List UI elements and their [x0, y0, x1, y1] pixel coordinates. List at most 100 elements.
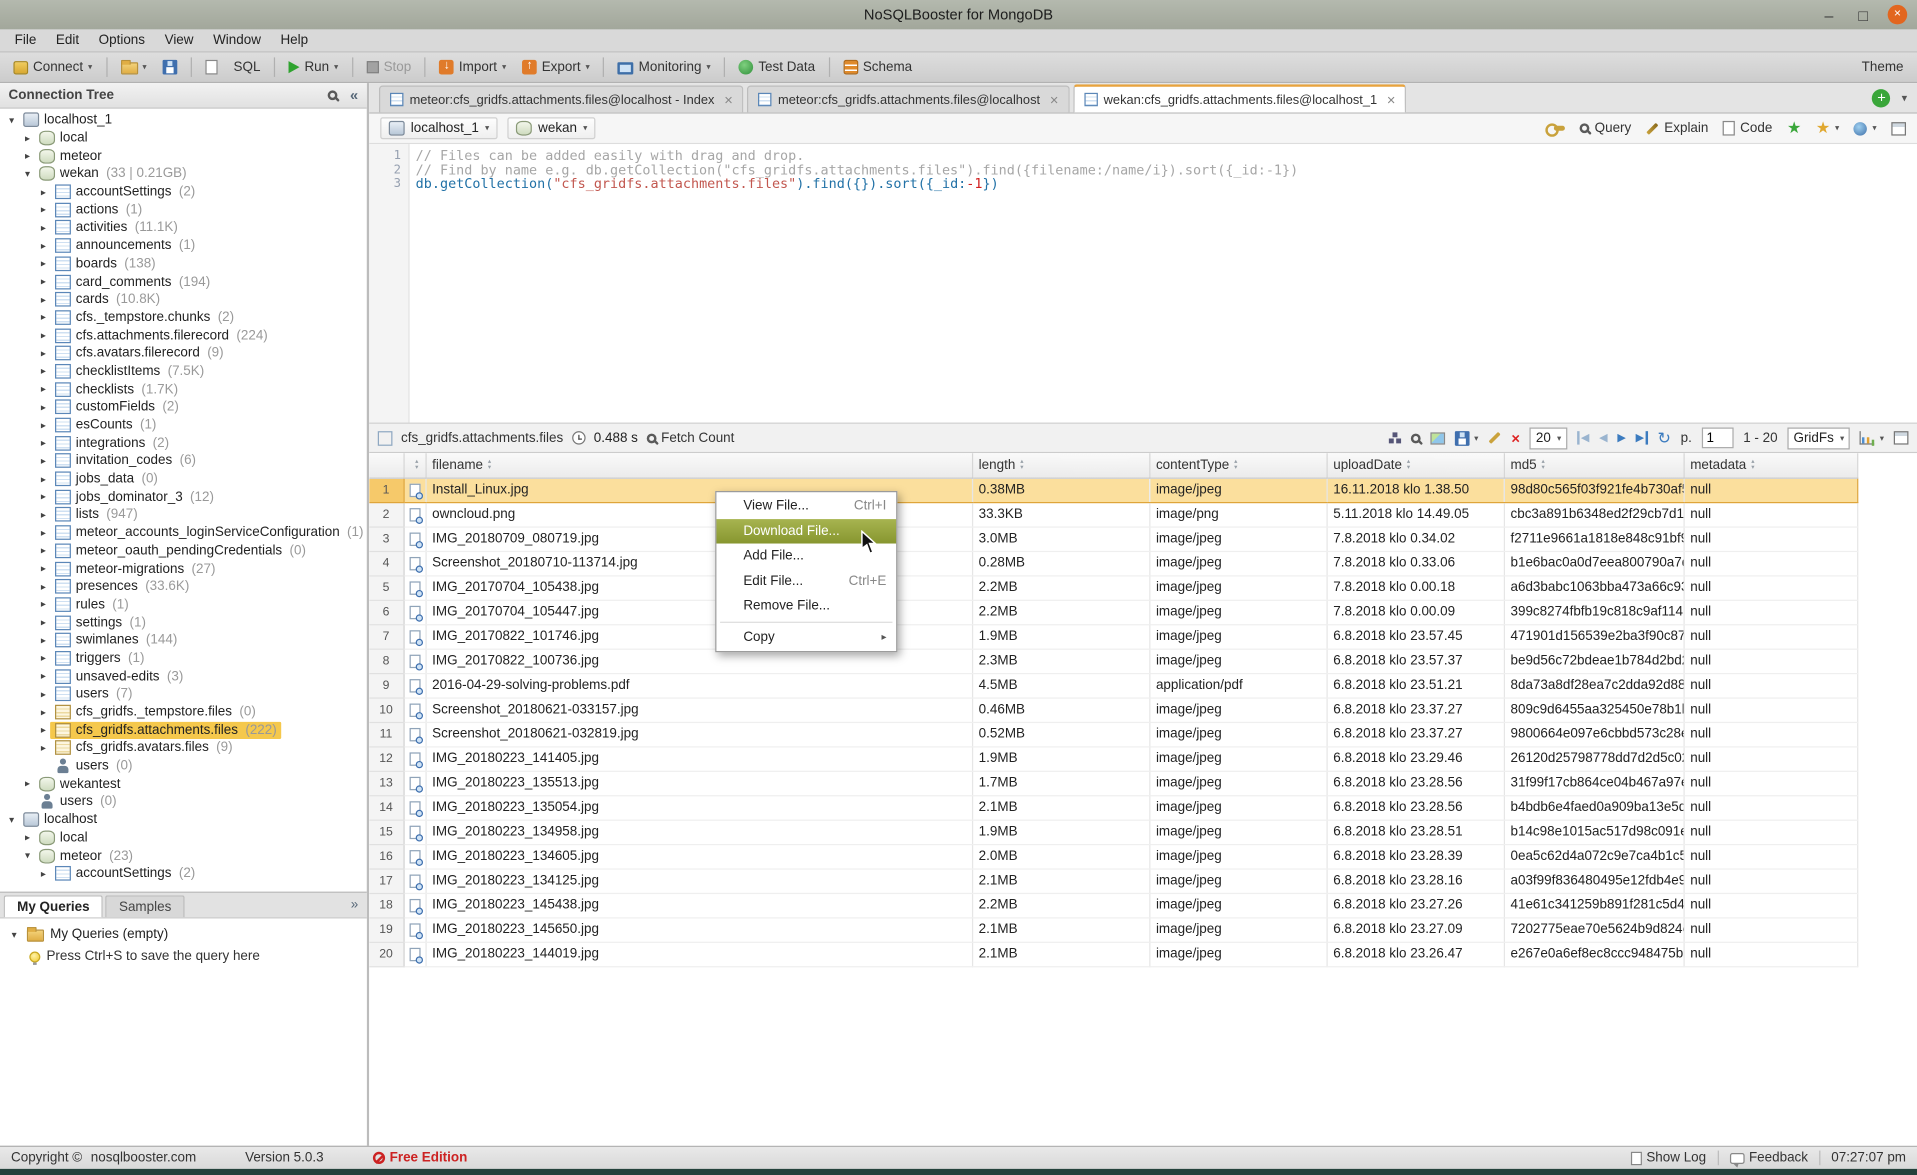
tree-item-card-comments[interactable]: ▸card_comments(194) [0, 273, 367, 291]
cell-metadata[interactable]: null [1683, 868, 1857, 892]
cell-length[interactable]: 0.46MB [972, 697, 1149, 721]
expander-icon[interactable]: ▸ [37, 186, 50, 197]
table-row[interactable]: 17IMG_20180223_134125.jpg2.1MBimage/jpeg… [369, 868, 1857, 892]
breadcrumb-database[interactable]: wekan ▾ [508, 117, 596, 139]
cell-md5[interactable]: a6d3babc1063bba473a66c9331f [1504, 575, 1684, 599]
tree-item-cfs-avatars-filerecord[interactable]: ▸cfs.avatars.filerecord(9) [0, 344, 367, 362]
cell-metadata[interactable]: null [1683, 478, 1857, 502]
cell-contenttype[interactable]: image/jpeg [1149, 649, 1326, 673]
cell-length[interactable]: 0.52MB [972, 722, 1149, 746]
cell-uploaddate[interactable]: 6.8.2018 klo 23.28.56 [1326, 771, 1503, 795]
menu-item-copy[interactable]: Copy▸ [716, 625, 896, 650]
table-row[interactable]: 3IMG_20180709_080719.jpg3.0MBimage/jpeg7… [369, 526, 1857, 550]
table-row[interactable]: 10Screenshot_20180621-033157.jpg0.46MBim… [369, 697, 1857, 721]
cell-uploaddate[interactable]: 6.8.2018 klo 23.26.47 [1326, 942, 1503, 966]
view-file-icon[interactable] [409, 703, 420, 716]
view-file-icon[interactable] [409, 898, 420, 911]
tree-item-local[interactable]: ▸local [0, 829, 367, 847]
table-row[interactable]: 8IMG_20170822_100736.jpg2.3MBimage/jpeg6… [369, 649, 1857, 673]
import-button[interactable]: Import▾ [433, 57, 512, 77]
row-view-cell[interactable] [403, 697, 425, 721]
tree-item-unsaved-edits[interactable]: ▸unsaved-edits(3) [0, 667, 367, 685]
cell-md5[interactable]: 31f99f17cb864ce04b467a97ee8 [1504, 771, 1684, 795]
my-queries-root[interactable]: ▾ My Queries (empty) [0, 923, 367, 945]
view-file-icon[interactable] [409, 801, 420, 814]
image-export-icon[interactable] [1430, 432, 1445, 444]
cell-contenttype[interactable]: image/png [1149, 502, 1326, 526]
cell-length[interactable]: 33.3KB [972, 502, 1149, 526]
cell-md5[interactable]: 8da73a8df28ea7c2dda92d88f0c [1504, 673, 1684, 697]
editor-tab[interactable]: wekan:cfs_gridfs.attachments.files@local… [1073, 84, 1406, 112]
cell-length[interactable]: 1.9MB [972, 746, 1149, 770]
minimize-button[interactable]: – [1819, 5, 1839, 23]
table-row[interactable]: 12IMG_20180223_141405.jpg1.9MBimage/jpeg… [369, 746, 1857, 770]
tree-item-cfs-gridfs-tempstore-files[interactable]: ▸cfs_gridfs._tempstore.files(0) [0, 703, 367, 721]
tree-item-checklistitems[interactable]: ▸checklistItems(7.5K) [0, 362, 367, 380]
visualize-icon[interactable] [1389, 438, 1394, 443]
prev-page-button[interactable]: ◀ [1599, 431, 1607, 444]
cell-md5[interactable]: b4bdb6e4faed0a909ba13e5df30 [1504, 795, 1684, 819]
expander-icon[interactable]: ▸ [37, 868, 50, 879]
cell-md5[interactable]: be9d56c72bdeae1b784d2bd215 [1504, 649, 1684, 673]
cell-md5[interactable]: 399c8274fbfb19c818c9af114df8 [1504, 600, 1684, 624]
row-view-cell[interactable] [403, 673, 425, 697]
tree-item-wekantest[interactable]: ▸wekantest [0, 775, 367, 793]
tree-item-jobs-data[interactable]: ▸jobs_data(0) [0, 470, 367, 488]
tree-item-lists[interactable]: ▸lists(947) [0, 506, 367, 524]
expander-icon[interactable]: ▸ [37, 689, 50, 700]
row-view-cell[interactable] [403, 795, 425, 819]
row-number[interactable]: 8 [369, 649, 403, 673]
add-favorite-icon[interactable]: ★ [1787, 118, 1801, 138]
view-file-icon[interactable] [409, 581, 420, 594]
cell-metadata[interactable]: null [1683, 844, 1857, 868]
cell-length[interactable]: 2.1MB [972, 868, 1149, 892]
cell-uploaddate[interactable]: 6.8.2018 klo 23.28.16 [1326, 868, 1503, 892]
editor-tab[interactable]: meteor:cfs_gridfs.attachments.files@loca… [379, 85, 744, 112]
cell-contenttype[interactable]: image/jpeg [1149, 697, 1326, 721]
tree-item-accountsettings[interactable]: ▸accountSettings(2) [0, 865, 367, 883]
cell-uploaddate[interactable]: 6.8.2018 klo 23.29.46 [1326, 746, 1503, 770]
cell-metadata[interactable]: null [1683, 649, 1857, 673]
cell-md5[interactable]: a03f99f836480495e12fdb4e991 [1504, 868, 1684, 892]
row-view-cell[interactable] [403, 771, 425, 795]
tree-item-activities[interactable]: ▸activities(11.1K) [0, 219, 367, 237]
expander-icon[interactable]: ▸ [37, 366, 50, 377]
tree-item-actions[interactable]: ▸actions(1) [0, 201, 367, 219]
expander-icon[interactable]: ▸ [21, 832, 34, 843]
cell-filename[interactable]: IMG_20180223_145438.jpg [425, 893, 971, 917]
cell-length[interactable]: 1.7MB [972, 771, 1149, 795]
cell-contenttype[interactable]: image/jpeg [1149, 942, 1326, 966]
tab-close-icon[interactable]: × [1050, 91, 1059, 108]
row-view-cell[interactable] [403, 624, 425, 648]
breadcrumb-connection[interactable]: localhost_1 ▾ [380, 117, 498, 139]
table-row[interactable]: 2owncloud.png33.3KBimage/png5.11.2018 kl… [369, 502, 1857, 526]
cell-contenttype[interactable]: image/jpeg [1149, 820, 1326, 844]
expander-icon[interactable]: ▾ [21, 850, 34, 861]
cell-contenttype[interactable]: image/jpeg [1149, 624, 1326, 648]
expander-icon[interactable]: ▸ [37, 545, 50, 556]
cell-uploaddate[interactable]: 5.11.2018 klo 14.49.05 [1326, 502, 1503, 526]
tree-item-users[interactable]: users(0) [0, 757, 367, 775]
row-number[interactable]: 13 [369, 771, 403, 795]
sql-button[interactable]: SQL [227, 57, 266, 77]
cell-contenttype[interactable]: image/jpeg [1149, 771, 1326, 795]
cancel-icon[interactable]: × [1511, 429, 1520, 446]
test-data-button[interactable]: Test Data [733, 57, 822, 77]
cell-length[interactable]: 2.2MB [972, 600, 1149, 624]
row-view-cell[interactable] [403, 722, 425, 746]
view-file-icon[interactable] [409, 947, 420, 960]
expander-icon[interactable]: ▸ [37, 725, 50, 736]
cell-metadata[interactable]: null [1683, 942, 1857, 966]
view-file-icon[interactable] [409, 776, 420, 789]
schema-button[interactable]: Schema [837, 57, 918, 77]
cell-md5[interactable]: b1e6bac0a0d7eea800790a7d473 [1504, 551, 1684, 575]
view-file-icon[interactable] [409, 923, 420, 936]
row-view-cell[interactable] [403, 526, 425, 550]
cell-filename[interactable]: IMG_20180223_134125.jpg [425, 868, 971, 892]
menu-options[interactable]: Options [89, 29, 155, 52]
cell-contenttype[interactable]: application/pdf [1149, 673, 1326, 697]
cell-filename[interactable]: IMG_20180223_134958.jpg [425, 820, 971, 844]
export-results-button[interactable]: ▾ [1455, 431, 1479, 446]
sidebar-tab-samples[interactable]: Samples [106, 895, 185, 917]
row-number[interactable]: 2 [369, 502, 403, 526]
